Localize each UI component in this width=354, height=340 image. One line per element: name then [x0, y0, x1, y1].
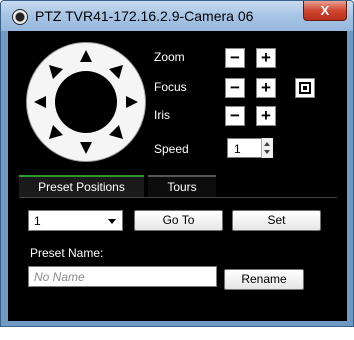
focus-far-button[interactable]: +: [256, 78, 276, 98]
iris-open-button[interactable]: +: [256, 106, 276, 126]
tab-tours[interactable]: Tours: [148, 175, 216, 197]
spin-up-icon[interactable]: [264, 142, 270, 146]
spin-down-icon[interactable]: [264, 150, 270, 154]
pan-tilt-joystick[interactable]: [26, 42, 146, 162]
set-button[interactable]: Set: [232, 210, 321, 231]
arrow-down-icon: [80, 142, 92, 154]
speed-spinner[interactable]: [261, 138, 273, 158]
arrow-up-icon: [80, 50, 92, 62]
arrow-left-icon: [34, 96, 46, 108]
zoom-out-button[interactable]: −: [225, 48, 245, 68]
zoom-label: Zoom: [154, 50, 185, 64]
arrow-up-left-icon: [49, 65, 63, 79]
arrow-right-icon: [126, 96, 138, 108]
iris-label: Iris: [154, 108, 170, 122]
speed-value: 1: [234, 142, 241, 156]
rename-button[interactable]: Rename: [224, 269, 304, 290]
go-to-button[interactable]: Go To: [134, 210, 223, 231]
preset-name-input[interactable]: No Name: [28, 266, 217, 287]
ptz-panel: Zoom − + Focus − + Iris − + Speed 1 Pres…: [8, 31, 347, 321]
auto-focus-button[interactable]: [295, 78, 315, 98]
joystick-center[interactable]: [55, 71, 117, 133]
window-title: PTZ TVR41-172.16.2.9-Camera 06: [35, 8, 254, 24]
preset-select[interactable]: 1: [28, 210, 123, 231]
camera-lens-icon: [12, 9, 28, 25]
arrow-down-left-icon: [49, 125, 63, 139]
focus-near-button[interactable]: −: [225, 78, 245, 98]
iris-close-button[interactable]: −: [225, 106, 245, 126]
ptz-window: PTZ TVR41-172.16.2.9-Camera 06 X Zoom − …: [0, 0, 354, 327]
title-bar[interactable]: PTZ TVR41-172.16.2.9-Camera 06 X: [1, 1, 353, 31]
preset-name-label: Preset Name:: [30, 246, 104, 260]
arrow-up-right-icon: [109, 65, 123, 79]
tab-preset-positions[interactable]: Preset Positions: [19, 175, 144, 197]
speed-label: Speed: [154, 142, 189, 156]
close-button[interactable]: X: [303, 1, 347, 21]
preset-select-value: 1: [34, 214, 41, 228]
chevron-down-icon: [108, 219, 116, 224]
zoom-in-button[interactable]: +: [256, 48, 276, 68]
focus-label: Focus: [154, 80, 187, 94]
arrow-down-right-icon: [109, 125, 123, 139]
